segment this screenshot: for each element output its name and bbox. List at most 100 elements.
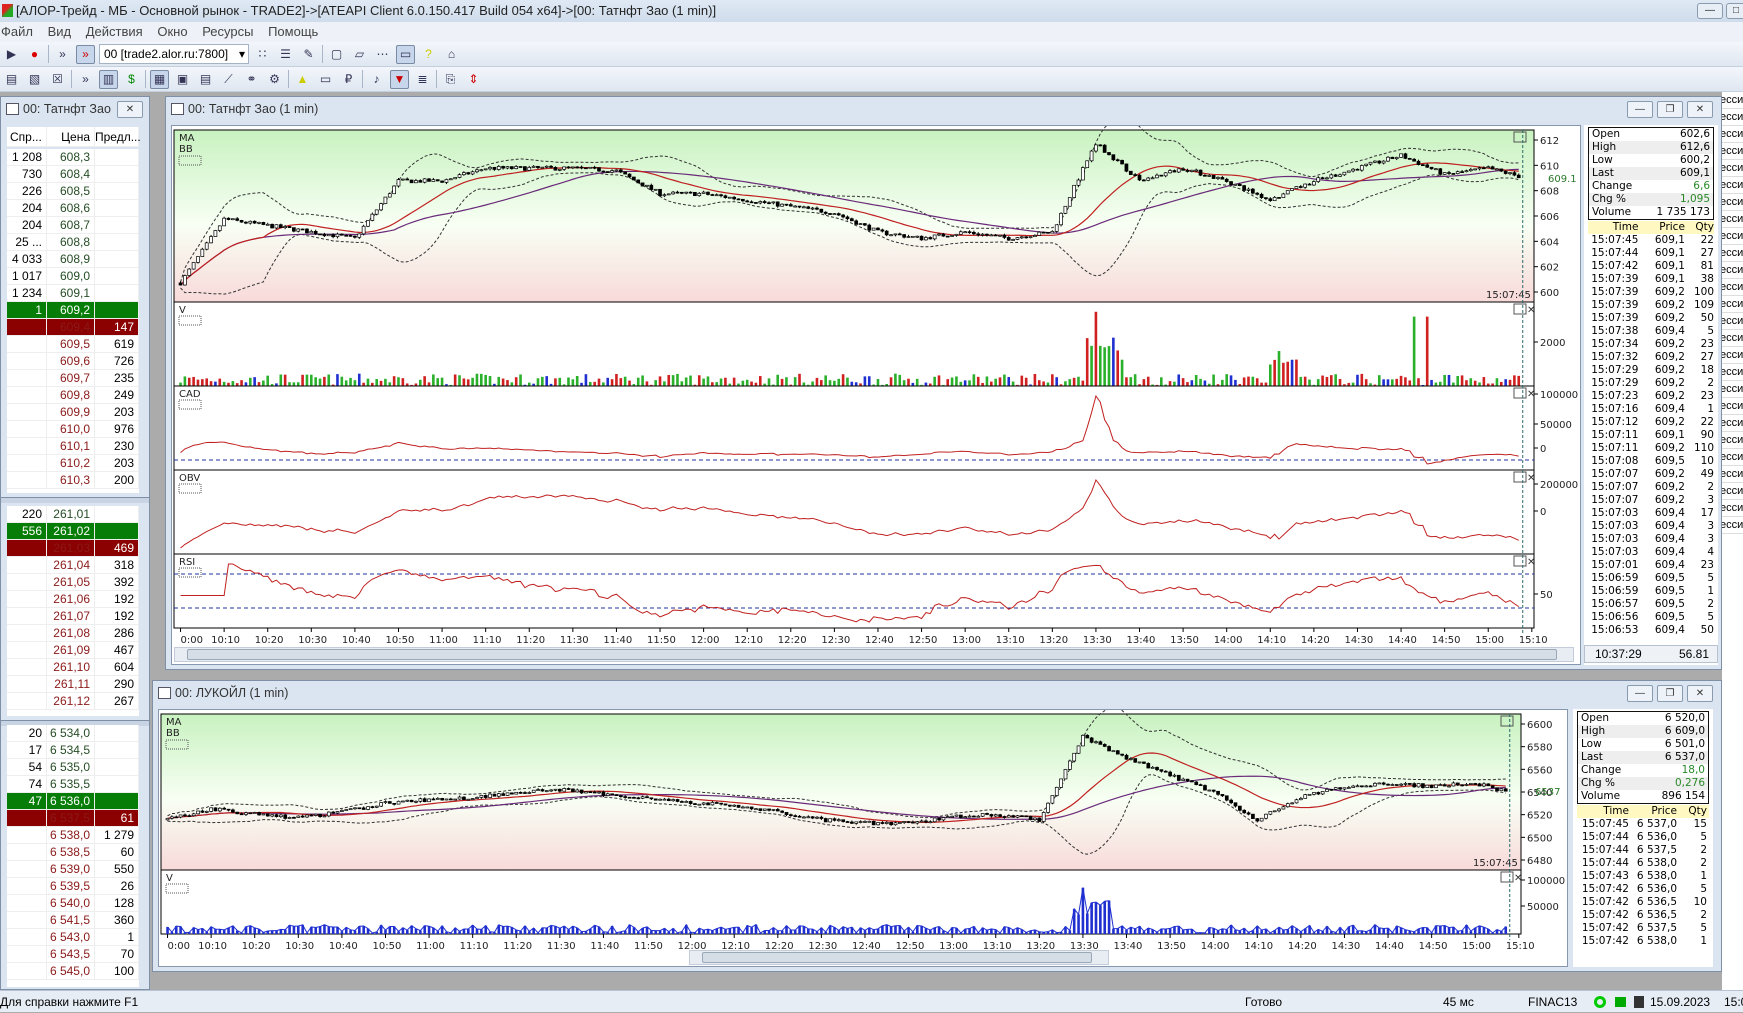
orderbook-row[interactable]: 609,5 619 [7, 336, 139, 353]
menu-window[interactable]: Окно [157, 22, 187, 42]
orderbook-row[interactable]: 610,0 976 [7, 421, 139, 438]
orderbook-row[interactable]: 261,03 469 [7, 540, 139, 557]
window-icon[interactable]: ▣ [173, 70, 192, 89]
orderbook-row[interactable]: 17 6 534,5 [7, 742, 139, 759]
orderbook-row[interactable]: 20 6 534,0 [7, 725, 139, 742]
chart-scrollbar[interactable] [689, 950, 1109, 965]
menu-view[interactable]: Вид [48, 22, 72, 42]
orderbook-row[interactable]: 261,07 192 [7, 608, 139, 625]
help-icon[interactable]: ? [419, 45, 438, 64]
orderbook-row[interactable]: 609,7 235 [7, 370, 139, 387]
orderbook-row[interactable]: 610,2 203 [7, 455, 139, 472]
restore-button[interactable]: ❐ [1657, 101, 1683, 118]
orderbook-row[interactable]: 1 609,2 [7, 302, 139, 319]
orderbook-row[interactable]: 6 540,0 128 [7, 895, 139, 912]
edit-order-icon[interactable]: ▧ [25, 70, 44, 89]
orderbook-row[interactable]: 556 261,02 [7, 523, 139, 540]
orderbook-row[interactable]: 261,04 318 [7, 557, 139, 574]
close-button[interactable]: ✕ [1687, 685, 1713, 702]
orderbook-row[interactable]: 261,12 267 [7, 693, 139, 710]
forward-icon[interactable]: » [53, 45, 72, 64]
orderbook-row[interactable]: 261,05 392 [7, 574, 139, 591]
orderbook-row[interactable]: 610,3 200 [7, 472, 139, 489]
close-button[interactable]: ✕ [1687, 101, 1713, 118]
home-icon[interactable]: ⌂ [442, 45, 461, 64]
fast-forward-icon[interactable]: » [76, 44, 95, 64]
chart-scrollbar[interactable] [174, 647, 1574, 662]
orderbook-row[interactable]: 25 ... 608,8 [7, 234, 139, 251]
screen-icon[interactable]: ▭ [316, 70, 335, 89]
orderbook-row[interactable]: 47 6 536,0 [7, 793, 139, 810]
up-down-icon[interactable]: ▼ [390, 69, 409, 89]
dots-icon[interactable]: ⋯ [373, 45, 392, 64]
orderbook-row[interactable]: 609,9 203 [7, 404, 139, 421]
quotes-icon[interactable]: ▦ [150, 69, 169, 89]
orderbook-row[interactable]: 6 537,5 61 [7, 810, 139, 827]
orderbook-row[interactable]: 220 261,01 [7, 506, 139, 523]
minimize-button[interactable]: — [1627, 685, 1653, 702]
scroll-thumb[interactable] [187, 649, 1557, 660]
calendar-icon[interactable]: ▤ [196, 70, 215, 89]
document-icon[interactable]: ▢ [327, 45, 346, 64]
open-folder-icon[interactable]: ▱ [350, 45, 369, 64]
orderbook-row[interactable]: 204 608,6 [7, 200, 139, 217]
export-icon[interactable]: ⎘ [441, 70, 460, 89]
orderbook-row[interactable]: 1 234 609,1 [7, 285, 139, 302]
orderbook-row[interactable]: 1 208 608,3 [7, 149, 139, 166]
ruble-icon[interactable]: ₽ [339, 70, 358, 89]
split-icon[interactable]: ⇕ [464, 70, 483, 89]
orderbook-row[interactable]: 261,09 467 [7, 642, 139, 659]
close-button[interactable]: ✕ [117, 101, 143, 118]
orderbook-row[interactable]: 6 543,5 70 [7, 946, 139, 963]
cancel-order-icon[interactable]: ☒ [48, 70, 67, 89]
orderbook-row[interactable]: 609,8 249 [7, 387, 139, 404]
column-price[interactable]: Цена [47, 127, 95, 146]
maximize-button[interactable]: □ [1726, 3, 1743, 19]
move-icon[interactable]: » [76, 70, 95, 89]
orderbook-row[interactable]: 226 608,5 [7, 183, 139, 200]
restore-button[interactable]: ❐ [1657, 685, 1683, 702]
news-icon[interactable]: ≣ [413, 70, 432, 89]
sound-icon[interactable]: ♪ [367, 70, 386, 89]
currency-icon[interactable]: $ [122, 70, 141, 89]
orderbook-row[interactable]: 1 017 609,0 [7, 268, 139, 285]
connection-select[interactable]: 00 [trade2.alor.ru:7800] [99, 44, 249, 64]
orderbook-row[interactable]: 204 608,7 [7, 217, 139, 234]
orderbook-icon[interactable]: ▥ [99, 69, 118, 89]
orderbook-row[interactable]: 6 538,5 60 [7, 844, 139, 861]
orderbook-row[interactable]: 261,11 290 [7, 676, 139, 693]
table-add-icon[interactable]: ☰ [276, 45, 295, 64]
menu-help[interactable]: Помощь [268, 22, 318, 42]
menu-resources[interactable]: Ресурсы [202, 22, 253, 42]
orderbook-row[interactable]: 261,08 286 [7, 625, 139, 642]
stop-record-icon[interactable]: ● [25, 45, 44, 64]
edit-icon[interactable]: ✎ [299, 45, 318, 64]
orderbook-row[interactable]: 6 539,0 550 [7, 861, 139, 878]
menu-actions[interactable]: Действия [86, 22, 143, 42]
minimize-button[interactable]: — [1697, 3, 1723, 19]
orders-icon[interactable]: ▤ [2, 70, 21, 89]
minimize-button[interactable]: — [1627, 101, 1653, 118]
grid-icon[interactable]: ∷ [253, 45, 272, 64]
menu-file[interactable]: Файл [1, 22, 33, 42]
orderbook-row[interactable]: 6 545,0 100 [7, 963, 139, 980]
column-bid[interactable]: Спр... [7, 127, 47, 146]
orderbook-row[interactable]: 610,1 230 [7, 438, 139, 455]
orderbook-row[interactable]: 261,06 192 [7, 591, 139, 608]
panel-icon[interactable]: ▭ [396, 44, 415, 64]
orderbook-row[interactable]: 6 538,0 1 279 [7, 827, 139, 844]
alert-icon[interactable]: ▲ [293, 70, 312, 89]
settings-icon[interactable]: ⚙ [265, 70, 284, 89]
orderbook-row[interactable]: 609,6 726 [7, 353, 139, 370]
play-icon[interactable]: ▶ [2, 45, 21, 64]
orderbook-row[interactable]: 261,10 604 [7, 659, 139, 676]
orderbook-row[interactable]: 6 539,5 26 [7, 878, 139, 895]
scroll-thumb[interactable] [702, 952, 1092, 963]
orderbook-row[interactable]: 54 6 535,0 [7, 759, 139, 776]
column-ask[interactable]: Предл... [95, 127, 141, 146]
orderbook-row[interactable]: 74 6 535,5 [7, 776, 139, 793]
orderbook-row[interactable]: 6 541,5 360 [7, 912, 139, 929]
orderbook-row[interactable]: 6 543,0 1 [7, 929, 139, 946]
orderbook-row[interactable]: 730 608,4 [7, 166, 139, 183]
orderbook-row[interactable]: 4 033 608,9 [7, 251, 139, 268]
